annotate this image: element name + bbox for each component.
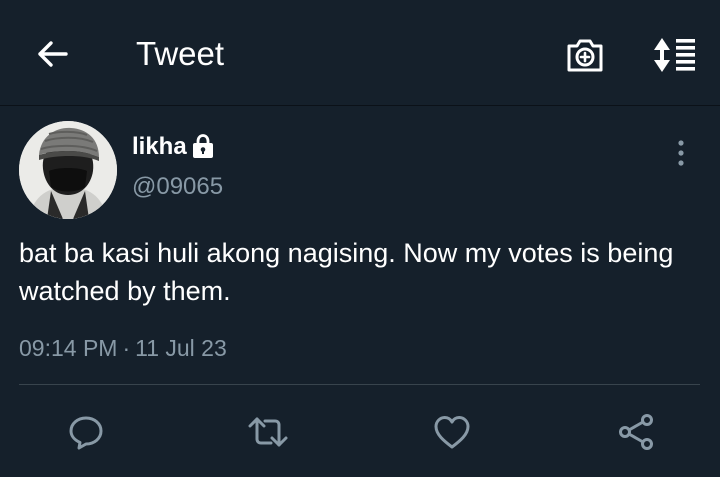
tweet-time: 09:14 PM bbox=[19, 335, 118, 361]
sort-button[interactable] bbox=[648, 33, 700, 77]
tweet-timestamp: 09:14 PM · 11 Jul 23 bbox=[19, 333, 227, 363]
more-vertical-icon bbox=[676, 139, 686, 167]
arrow-left-icon bbox=[36, 40, 68, 68]
sort-list-icon bbox=[650, 36, 698, 74]
share-icon bbox=[617, 413, 655, 451]
retweet-button[interactable] bbox=[246, 410, 290, 454]
author-handle[interactable]: @09065 bbox=[132, 173, 223, 201]
tweet-date: 11 Jul 23 bbox=[135, 335, 227, 361]
divider bbox=[19, 384, 700, 385]
tweet-detail-screen: Tweet likha @09065 bat ba kasi huli akon… bbox=[0, 0, 720, 477]
heart-icon bbox=[433, 414, 471, 450]
camera-plus-icon bbox=[565, 37, 605, 73]
tweet-text: bat ba kasi huli akong nagising. Now my … bbox=[19, 238, 674, 306]
lock-icon bbox=[190, 133, 216, 159]
more-options-button[interactable] bbox=[664, 136, 698, 170]
like-button[interactable] bbox=[430, 410, 474, 454]
page-title: Tweet bbox=[136, 35, 225, 72]
top-app-bar: Tweet bbox=[0, 0, 720, 106]
avatar[interactable] bbox=[19, 121, 117, 219]
meta-separator: · bbox=[122, 335, 131, 361]
retweet-icon bbox=[247, 415, 289, 449]
author-name[interactable]: likha bbox=[132, 133, 187, 161]
reply-button[interactable] bbox=[64, 410, 108, 454]
share-button[interactable] bbox=[614, 410, 658, 454]
back-button[interactable] bbox=[30, 34, 74, 74]
reply-icon bbox=[67, 413, 105, 451]
camera-button[interactable] bbox=[562, 33, 608, 77]
